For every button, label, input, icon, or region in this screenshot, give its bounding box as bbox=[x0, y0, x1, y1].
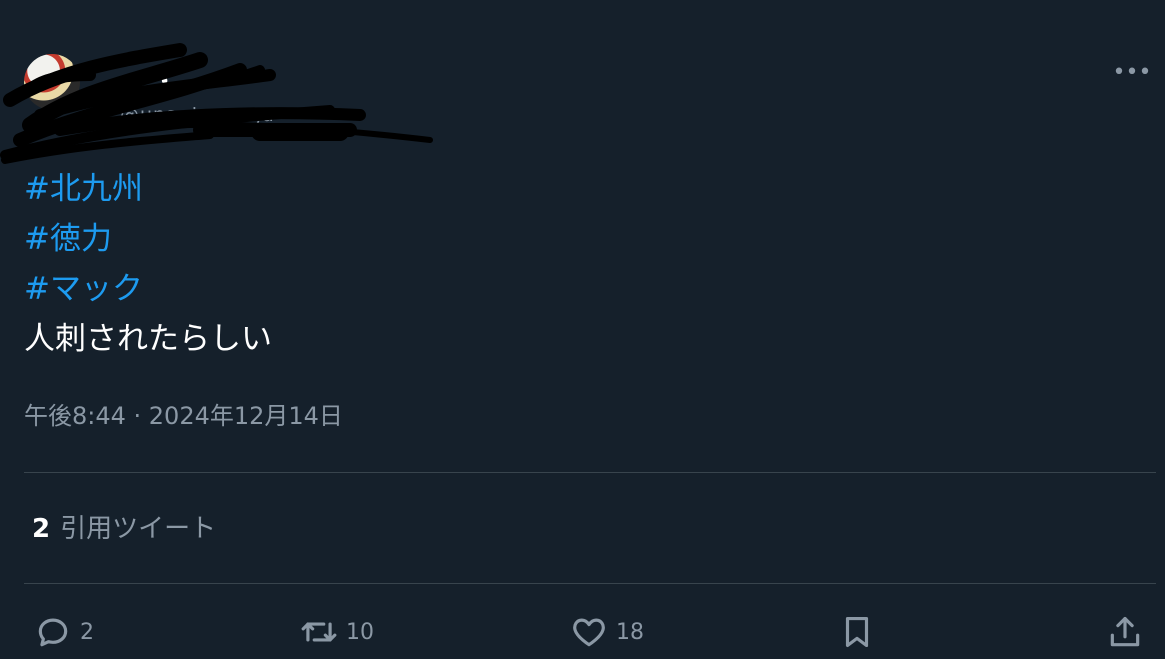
author-display-name[interactable]: ー ・ bbox=[124, 64, 176, 96]
tweet-text: #北九州 #徳力 #マック 人刺されたらしい bbox=[24, 164, 1124, 364]
retweet-count: 10 bbox=[346, 619, 374, 645]
quote-count: 2 bbox=[32, 514, 51, 544]
action-bar: 2 10 18 bbox=[0, 606, 1165, 658]
hashtag-link[interactable]: #マック bbox=[24, 264, 1124, 314]
hashtag-link[interactable]: #北九州 bbox=[24, 164, 1124, 214]
avatar[interactable] bbox=[24, 54, 80, 110]
quote-tweets-link[interactable]: 2 引用ツイート bbox=[32, 508, 216, 545]
more-options-button[interactable]: ••• bbox=[1112, 58, 1152, 88]
like-count: 18 bbox=[616, 619, 644, 645]
reply-button[interactable]: 2 bbox=[34, 606, 94, 658]
reply-icon bbox=[38, 618, 68, 647]
more-horizontal-icon: ••• bbox=[1112, 60, 1152, 85]
retweet-icon bbox=[301, 622, 337, 642]
retweet-button[interactable]: 10 bbox=[300, 606, 374, 658]
heart-icon bbox=[573, 618, 605, 647]
author-handle[interactable]: @unagiaagaga bbox=[120, 104, 275, 126]
tweet-timestamp[interactable]: 午後8:44 · 2024年12月14日 bbox=[24, 396, 343, 431]
quote-label: 引用ツイート bbox=[60, 514, 217, 544]
divider bbox=[24, 472, 1156, 473]
bookmark-icon bbox=[845, 616, 869, 648]
like-button[interactable]: 18 bbox=[570, 606, 644, 658]
reply-count: 2 bbox=[80, 619, 94, 645]
tweet-detail: ー ・ @unagiaagaga ••• #北九州 #徳力 #マック 人刺された… bbox=[0, 0, 1165, 659]
share-icon bbox=[1110, 616, 1140, 647]
hashtag-link[interactable]: #徳力 bbox=[24, 214, 1124, 264]
share-button[interactable] bbox=[1106, 606, 1144, 658]
tweet-body-text: 人刺されたらしい bbox=[24, 321, 272, 357]
tweet-header: ー ・ @unagiaagaga bbox=[24, 50, 1144, 126]
bookmark-button[interactable] bbox=[838, 606, 876, 658]
divider bbox=[24, 583, 1156, 584]
